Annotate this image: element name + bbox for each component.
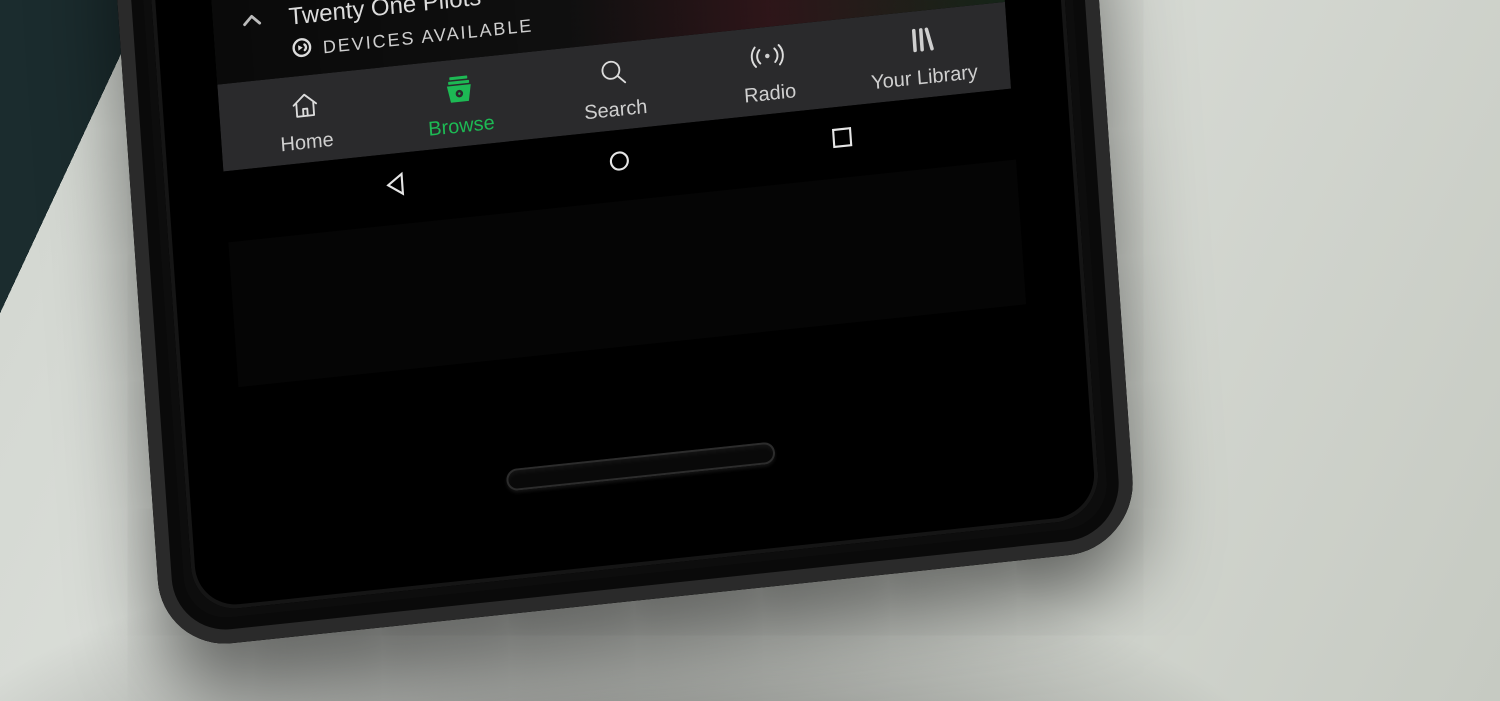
speaker-icon	[290, 36, 314, 65]
tab-search[interactable]: Search	[535, 45, 694, 130]
tab-label: Your Library	[871, 61, 979, 95]
phone-speaker-grill	[506, 441, 776, 491]
android-back-button[interactable]	[379, 166, 416, 208]
radio-icon	[748, 35, 786, 77]
phone-device: Podcasts & Videos Discover	[103, 0, 1138, 650]
android-home-button[interactable]	[601, 143, 638, 185]
tab-home[interactable]: Home	[226, 78, 385, 163]
home-icon	[286, 84, 322, 125]
tab-library[interactable]: Your Library	[843, 13, 1002, 98]
browse-icon	[440, 68, 478, 110]
tab-label: Home	[280, 129, 335, 158]
tab-label: Browse	[428, 112, 496, 142]
phone-bezel: Podcasts & Videos Discover	[139, 0, 1101, 613]
tab-label: Search	[584, 96, 649, 126]
tab-radio[interactable]: Radio	[689, 29, 848, 114]
chevron-up-icon[interactable]	[238, 5, 280, 40]
tab-label: Radio	[743, 81, 797, 109]
tab-browse[interactable]: Browse	[380, 62, 539, 147]
phone-screen: Podcasts & Videos Discover	[199, 0, 1027, 387]
search-icon	[595, 52, 631, 93]
library-icon	[904, 19, 940, 60]
android-recents-button[interactable]	[824, 119, 861, 161]
